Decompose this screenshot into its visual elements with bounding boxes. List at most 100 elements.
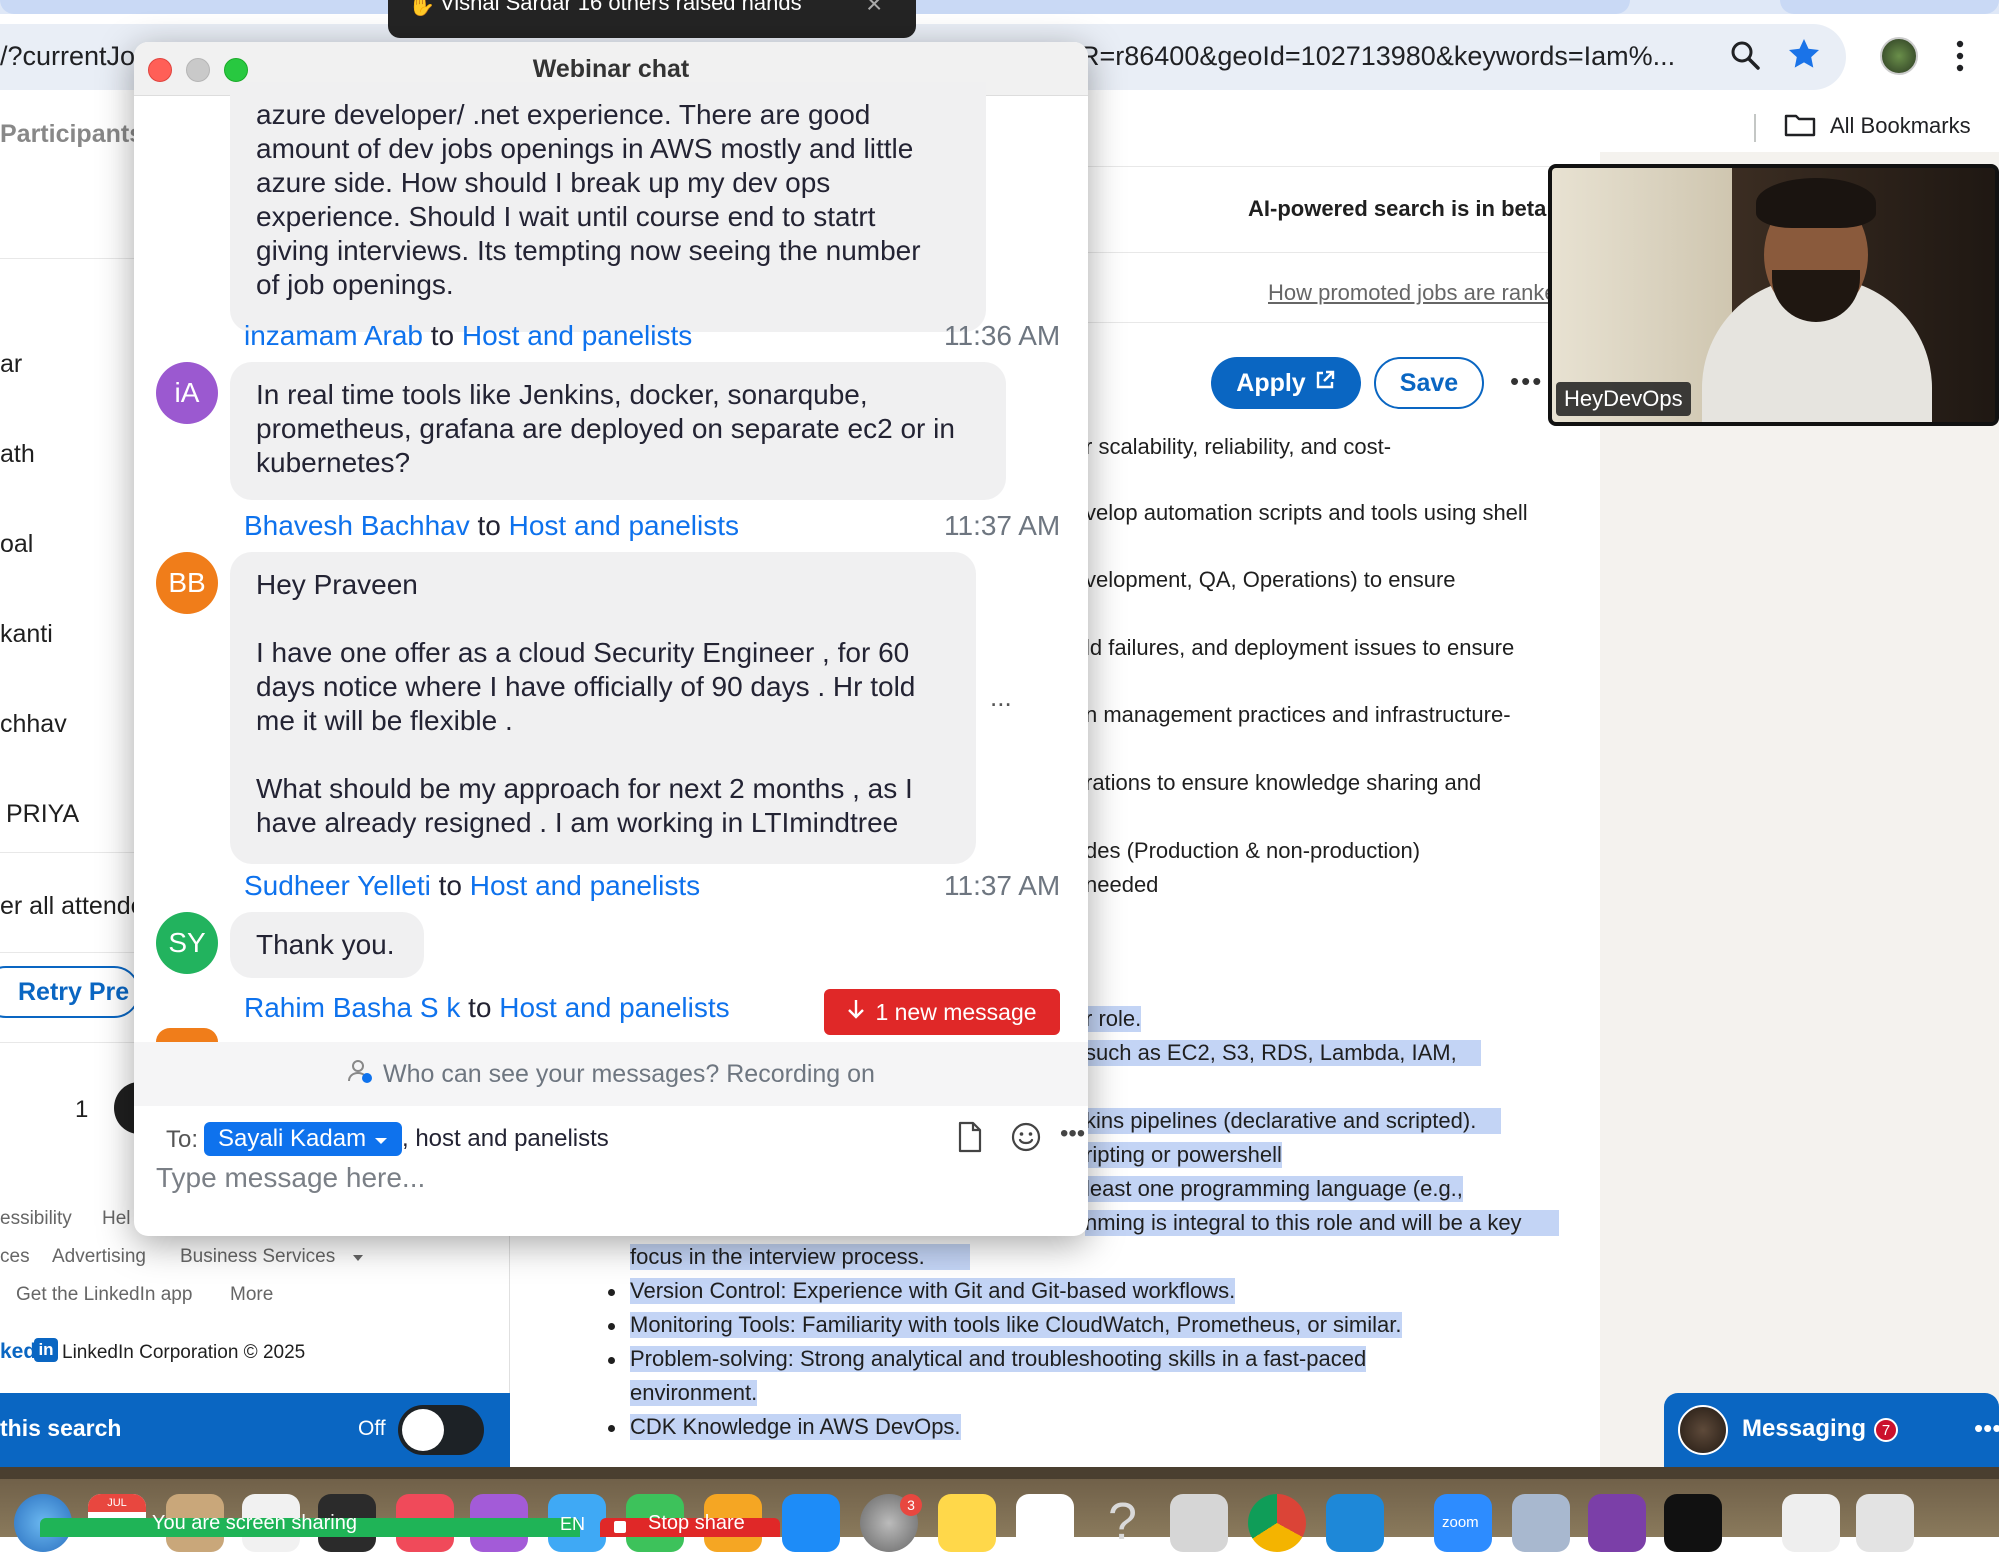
- onenote-icon[interactable]: [1588, 1494, 1646, 1552]
- all-bookmarks-link[interactable]: All Bookmarks: [1830, 113, 1971, 139]
- ai-search-notice: AI-powered search is in beta: [1248, 196, 1547, 221]
- chat-message-text: Hey Praveen I have one offer as a cloud …: [256, 569, 916, 838]
- speaker-name-label: HeyDevOps: [1556, 382, 1691, 416]
- message-more-icon[interactable]: ...: [990, 682, 1012, 713]
- highlighted-line: least one programming language (e.g.,: [1085, 1176, 1463, 1202]
- highlighted-line: ripting or powershell: [1085, 1142, 1282, 1168]
- dock-top-edge: [0, 1467, 1999, 1479]
- job-description-line: velop automation scripts and tools using…: [1085, 500, 1528, 525]
- language-indicator: EN: [560, 1514, 586, 1534]
- linkedin-logo-icon: in: [34, 1338, 58, 1362]
- bullet-text: Monitoring Tools: Familiarity with tools…: [630, 1312, 1402, 1338]
- chat-timestamp: 11:37 AM: [944, 510, 1061, 541]
- zoom-search-icon[interactable]: [1728, 38, 1762, 77]
- raised-hands-text: Vishal Sardar 16 others raised hands: [440, 0, 802, 15]
- sender-name[interactable]: Bhavesh Bachhav: [244, 510, 470, 541]
- zoom-app-icon[interactable]: zoom: [1434, 1494, 1492, 1552]
- to-text: to: [477, 510, 501, 541]
- save-search-toggle[interactable]: [398, 1405, 484, 1455]
- browser-tab[interactable]: [1780, 0, 1999, 14]
- result-item[interactable]: kanti: [0, 620, 53, 649]
- app-store-icon[interactable]: [782, 1494, 840, 1552]
- footer-help[interactable]: Hel: [102, 1208, 131, 1230]
- stickies-icon[interactable]: [938, 1494, 996, 1552]
- bullet-dot: [608, 1289, 615, 1296]
- chat-message-text: In real time tools like Jenkins, docker,…: [256, 379, 955, 478]
- save-search-label: this search: [0, 1415, 122, 1441]
- new-message-label: 1 new message: [875, 998, 1037, 1025]
- result-item[interactable]: chhav: [0, 710, 67, 739]
- footer-services[interactable]: ces: [0, 1246, 30, 1268]
- browser-menu-icon[interactable]: [1956, 38, 1964, 74]
- bullet-text: environment.: [630, 1380, 758, 1406]
- bookmark-star-icon[interactable]: [1786, 36, 1822, 77]
- bookmarks-divider: [1754, 114, 1756, 142]
- filter-attendees-label[interactable]: er all attende: [0, 892, 145, 921]
- retry-premium-label: Retry Pre: [18, 978, 130, 1006]
- bullet-text: focus in the interview process.: [630, 1244, 970, 1270]
- result-item[interactable]: ath: [0, 440, 35, 469]
- chat-message-input[interactable]: [156, 1148, 1056, 1208]
- chat-sender: Sudheer Yelleti to Host and panelists: [244, 870, 700, 902]
- apply-button[interactable]: Apply: [1211, 357, 1361, 409]
- messaging-bar[interactable]: Messaging 7 •••: [1664, 1393, 1999, 1467]
- freeform-icon[interactable]: [1016, 1494, 1074, 1552]
- footer-business-services[interactable]: Business Services: [180, 1246, 335, 1268]
- linkedin-wordmark: ked: [0, 1340, 37, 1363]
- footer-more[interactable]: More: [230, 1284, 273, 1306]
- trash-icon[interactable]: [1856, 1494, 1914, 1552]
- footer-accessibility[interactable]: essibility: [0, 1208, 72, 1230]
- screen-sharing-indicator: You are screen sharing EN: [40, 1512, 585, 1537]
- promoted-jobs-link[interactable]: How promoted jobs are ranked: [1268, 280, 1569, 306]
- pagination-page[interactable]: 1: [75, 1096, 88, 1124]
- person-info-icon: [347, 1058, 373, 1091]
- messaging-label: Messaging: [1742, 1415, 1867, 1442]
- stop-share-label: Stop share: [648, 1512, 745, 1534]
- messaging-avatar: [1678, 1405, 1728, 1455]
- close-icon[interactable]: ×: [866, 0, 882, 20]
- save-search-bar: this search Off: [0, 1393, 510, 1467]
- chat-message-text: azure developer/ .net experience. There …: [256, 99, 921, 300]
- messaging-more-icon[interactable]: •••: [1974, 1413, 1999, 1444]
- speaker-hair: [1756, 178, 1876, 228]
- sender-name[interactable]: Rahim Basha S k: [244, 992, 460, 1023]
- bullet-dot: [608, 1425, 615, 1432]
- result-item[interactable]: oal: [0, 530, 33, 559]
- help-icon[interactable]: ?: [1094, 1493, 1152, 1552]
- chat-message-bubble: Thank you.: [230, 912, 424, 978]
- stop-share-button[interactable]: Stop share: [600, 1512, 780, 1537]
- save-job-button[interactable]: Save: [1374, 357, 1484, 409]
- result-item[interactable]: PRIYA: [6, 800, 79, 829]
- more-options-icon[interactable]: •••: [1510, 366, 1543, 397]
- chat-message-bubble: Hey Praveen I have one offer as a cloud …: [230, 552, 976, 864]
- calendar-month: JUL: [88, 1494, 146, 1512]
- footer-get-app[interactable]: Get the LinkedIn app: [16, 1284, 192, 1306]
- participants-tab[interactable]: Participants: [0, 120, 143, 149]
- arrow-down-icon: [847, 998, 865, 1026]
- composer-more-icon[interactable]: •••: [1060, 1120, 1085, 1148]
- avatar: iA: [156, 362, 218, 424]
- folder-icon: [1784, 112, 1816, 143]
- apply-label: Apply: [1236, 368, 1306, 397]
- chat-timestamp: 11:37 AM: [944, 870, 1061, 901]
- chrome-icon[interactable]: [1248, 1494, 1306, 1552]
- settings-badge: 3: [900, 1494, 922, 1516]
- screenshot-icon[interactable]: [1170, 1494, 1228, 1552]
- sender-name[interactable]: inzamam Arab: [244, 320, 423, 351]
- documents-stack-icon[interactable]: [1782, 1494, 1840, 1552]
- footer-advertising[interactable]: Advertising: [52, 1246, 146, 1268]
- zoom-label: zoom: [1442, 1514, 1479, 1531]
- vscode-icon[interactable]: [1326, 1494, 1384, 1552]
- chat-sender: inzamam Arab to Host and panelists: [244, 320, 692, 352]
- sender-name[interactable]: Sudheer Yelleti: [244, 870, 431, 901]
- profile-avatar[interactable]: [1880, 37, 1918, 75]
- message-visibility-bar[interactable]: Who can see your messages? Recording on: [134, 1042, 1088, 1106]
- chat-timestamp: 11:36 AM: [944, 320, 1061, 351]
- terminal-icon[interactable]: [1664, 1494, 1722, 1552]
- preview-icon[interactable]: [1512, 1494, 1570, 1552]
- retry-premium-button[interactable]: Retry Pre: [0, 966, 140, 1018]
- avatar: [156, 1028, 218, 1042]
- target-name: Host and panelists: [461, 320, 693, 351]
- result-item[interactable]: ar: [0, 350, 22, 379]
- new-message-button[interactable]: 1 new message: [824, 989, 1060, 1035]
